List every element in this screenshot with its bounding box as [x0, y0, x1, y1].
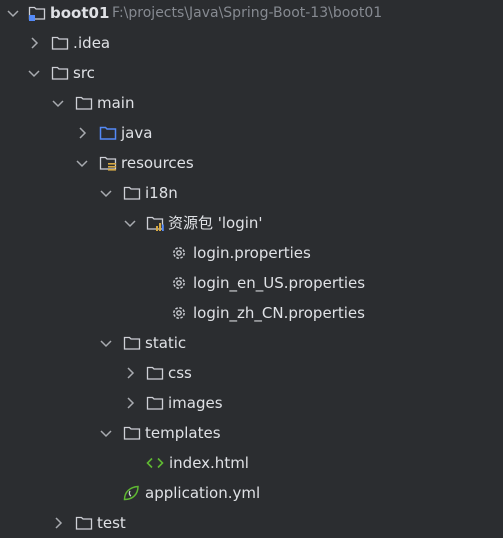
html-file-icon [146, 457, 164, 469]
chevron-down-icon[interactable] [98, 335, 114, 351]
tree-row-templates[interactable]: templates [0, 418, 503, 448]
chevron-right-icon[interactable] [122, 365, 138, 381]
tree-row-login-en-us[interactable]: login_en_US.properties [0, 268, 503, 298]
tree-row-main[interactable]: main [0, 88, 503, 118]
folder-label-i18n: i18n [145, 184, 178, 202]
chevron-right-icon[interactable] [122, 395, 138, 411]
file-label-login-en-us: login_en_US.properties [193, 274, 366, 292]
project-tree: boot01 F:\projects\Java\Spring-Boot-13\b… [0, 0, 503, 538]
bundle-label: 资源包 'login' [168, 214, 263, 232]
folder-icon [123, 336, 141, 350]
folder-icon [146, 396, 164, 410]
folder-label-main: main [97, 94, 135, 112]
tree-row-bundle[interactable]: 资源包 'login' [0, 208, 503, 238]
folder-label-static: static [145, 334, 187, 352]
folder-icon [51, 36, 69, 50]
source-folder-icon [99, 126, 117, 140]
folder-icon [123, 186, 141, 200]
folder-label-css: css [168, 364, 192, 382]
chevron-down-icon[interactable] [26, 65, 42, 81]
chevron-down-icon[interactable] [98, 425, 114, 441]
tree-row-static[interactable]: static [0, 328, 503, 358]
tree-row-test[interactable]: test [0, 508, 503, 538]
resources-folder-icon [99, 156, 117, 171]
tree-row-images[interactable]: images [0, 388, 503, 418]
folder-label-idea: idea [78, 34, 111, 52]
file-label-index-html: index.html [169, 454, 249, 472]
file-label-application-yml: application.yml [145, 484, 261, 502]
folder-icon [75, 96, 93, 110]
chevron-down-icon[interactable] [50, 95, 66, 111]
module-path: F:\projects\Java\Spring-Boot-13\boot01 [112, 5, 383, 21]
resource-bundle-icon [146, 216, 164, 231]
properties-gear-icon [173, 277, 185, 289]
chevron-down-icon[interactable] [5, 5, 21, 21]
spring-yaml-icon [123, 485, 139, 501]
folder-icon [123, 426, 141, 440]
chevron-down-icon[interactable] [98, 185, 114, 201]
folder-icon [75, 516, 93, 530]
chevron-right-icon[interactable] [74, 125, 90, 141]
tree-row-resources[interactable]: resources [0, 148, 503, 178]
tree-row-src[interactable]: src [0, 58, 503, 88]
folder-label-test: test [97, 514, 126, 532]
folder-icon [51, 66, 69, 80]
folder-label-java: java [121, 124, 153, 142]
file-label-login-zh-cn: login_zh_CN.properties [193, 304, 365, 322]
file-label-login-properties: login.properties [193, 244, 311, 262]
properties-gear-icon [173, 247, 185, 259]
module-name: boot01 [50, 4, 110, 22]
folder-label-images: images [168, 394, 223, 412]
tree-row-css[interactable]: css [0, 358, 503, 388]
chevron-down-icon[interactable] [122, 215, 138, 231]
tree-row-index-html[interactable]: index.html [0, 448, 503, 478]
folder-label-resources: resources [121, 154, 194, 172]
properties-gear-icon [173, 307, 185, 319]
folder-label-src: src [73, 64, 95, 82]
folder-icon [146, 366, 164, 380]
tree-row-login-zh-cn[interactable]: login_zh_CN.properties [0, 298, 503, 328]
chevron-right-icon[interactable] [26, 35, 42, 51]
tree-row-login-properties[interactable]: login.properties [0, 238, 503, 268]
module-folder-icon [28, 6, 46, 21]
chevron-down-icon[interactable] [74, 155, 90, 171]
tree-row-idea[interactable]: . idea [0, 28, 503, 58]
chevron-right-icon[interactable] [50, 515, 66, 531]
tree-row-boot01[interactable]: boot01 F:\projects\Java\Spring-Boot-13\b… [0, 0, 503, 28]
folder-label-templates: templates [145, 424, 221, 442]
tree-row-java[interactable]: java [0, 118, 503, 148]
tree-row-i18n[interactable]: i18n [0, 178, 503, 208]
tree-row-application-yml[interactable]: application.yml [0, 478, 503, 508]
